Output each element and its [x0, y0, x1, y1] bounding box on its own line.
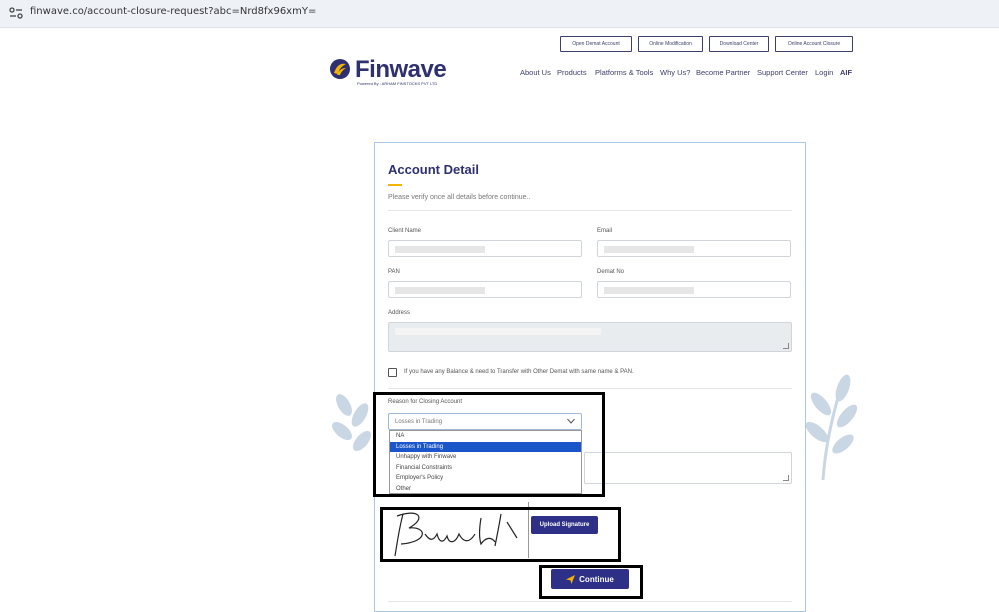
- demat-no-input[interactable]: [597, 281, 791, 298]
- site-settings-icon[interactable]: [8, 6, 24, 20]
- download-center-button[interactable]: Download Center: [709, 36, 769, 52]
- page-title: Account Detail: [388, 162, 480, 177]
- signature-image: [394, 512, 518, 557]
- send-icon: [566, 574, 576, 584]
- reason-option-other[interactable]: Other: [390, 484, 581, 495]
- divider: [388, 388, 792, 389]
- continue-label: Continue: [579, 574, 614, 584]
- online-modification-button[interactable]: Online Modification: [638, 36, 703, 52]
- nav-products[interactable]: Products: [557, 68, 587, 77]
- nav-platforms-tools[interactable]: Platforms & Tools: [595, 68, 653, 77]
- online-account-closure-button[interactable]: Online Account Closure: [775, 36, 853, 52]
- resize-handle[interactable]: [783, 475, 789, 481]
- redacted-value: [395, 328, 601, 335]
- chevron-down-icon: [567, 418, 575, 424]
- reason-dropdown-list: NA Losses in Trading Unhappy with Finwav…: [389, 430, 582, 494]
- transfer-balance-label: If you have any Balance & need to Transf…: [404, 369, 634, 375]
- leaf-decoration-icon: [332, 394, 371, 451]
- redacted-value: [604, 287, 694, 294]
- finwave-logo-icon[interactable]: [329, 58, 351, 80]
- pan-input[interactable]: [388, 281, 582, 298]
- reason-option-employers-policy[interactable]: Employer's Policy: [390, 473, 581, 484]
- client-name-input[interactable]: [388, 240, 582, 257]
- page-subtitle: Please verify once all details before co…: [388, 194, 531, 201]
- signature-separator: [528, 502, 529, 558]
- nav-aif[interactable]: AIF: [840, 68, 852, 77]
- open-demat-account-button[interactable]: Open Demat Account: [560, 36, 632, 52]
- nav-become-partner[interactable]: Become Partner: [696, 68, 750, 77]
- pan-label: PAN: [388, 269, 400, 275]
- nav-support-center[interactable]: Support Center: [757, 68, 808, 77]
- upload-signature-button[interactable]: Upload Signature: [531, 516, 598, 534]
- remarks-textarea[interactable]: [584, 452, 792, 484]
- address-label: Address: [388, 310, 411, 316]
- logo-subtext: Powered By : ARHAM FINSTOCKS PVT LTD: [357, 81, 438, 86]
- reason-option-na[interactable]: NA: [390, 431, 581, 442]
- nav-why-us[interactable]: Why Us?: [660, 68, 690, 77]
- redacted-value: [604, 246, 694, 253]
- reason-select[interactable]: Losses in Trading: [388, 413, 582, 430]
- email-label: Email: [597, 228, 613, 234]
- email-input[interactable]: [597, 240, 791, 257]
- demat-no-label: Demat No: [597, 269, 625, 275]
- redacted-value: [395, 246, 485, 253]
- reason-selected-value: Losses in Trading: [395, 419, 443, 425]
- reason-label: Reason for Closing Account: [388, 399, 463, 405]
- reason-option-losses-in-trading[interactable]: Losses in Trading: [390, 441, 581, 452]
- address-textarea[interactable]: [388, 322, 792, 352]
- url-text[interactable]: finwave.co/account-closure-request?abc=N…: [30, 6, 316, 17]
- nav-login[interactable]: Login: [815, 68, 833, 77]
- reason-option-unhappy[interactable]: Unhappy with Finwave: [390, 452, 581, 463]
- browser-address-bar[interactable]: finwave.co/account-closure-request?abc=N…: [0, 0, 999, 28]
- logo-text[interactable]: Finwave: [355, 56, 447, 84]
- reason-option-financial-constraints[interactable]: Financial Constraints: [390, 463, 581, 474]
- client-name-label: Client Name: [388, 228, 422, 234]
- title-accent-bar: [388, 184, 402, 186]
- divider: [388, 601, 792, 602]
- continue-button[interactable]: Continue: [551, 569, 629, 589]
- transfer-balance-checkbox[interactable]: [388, 368, 397, 377]
- divider: [388, 210, 792, 211]
- nav-about-us[interactable]: About Us: [520, 68, 551, 77]
- resize-handle[interactable]: [783, 343, 789, 349]
- redacted-value: [395, 287, 485, 294]
- leaf-decoration-icon: [805, 374, 858, 480]
